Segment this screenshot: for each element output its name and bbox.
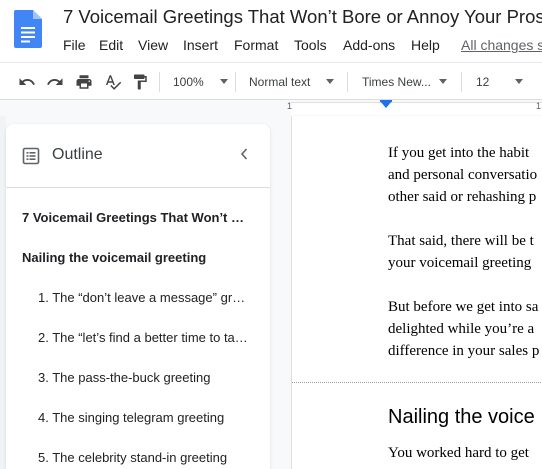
- outline-item[interactable]: 5. The celebrity stand-in greeting: [38, 450, 248, 465]
- font-select[interactable]: Times New...: [362, 63, 452, 99]
- page-break-line: [292, 382, 542, 383]
- text-line: your voicemail greeting: [388, 255, 532, 271]
- text-line: other said or rehashing p: [388, 189, 537, 205]
- menu-tools[interactable]: Tools: [294, 37, 327, 53]
- chevron-left-icon[interactable]: [238, 146, 250, 167]
- paragraph-style-value: Normal text: [249, 74, 311, 89]
- paragraph-style-select[interactable]: Normal text: [249, 63, 337, 99]
- redo-button[interactable]: [46, 63, 64, 99]
- menu-format[interactable]: Format: [234, 37, 278, 53]
- text-line: But before we get into sa: [388, 299, 539, 315]
- left-indent-handle[interactable]: [380, 101, 392, 108]
- chevron-down-icon: [219, 79, 228, 84]
- outline-header: Outline: [6, 124, 270, 188]
- document-outline-panel: Outline 7 Voicemail Greetings That Won’t…: [6, 124, 270, 469]
- section-heading: Nailing the voice: [388, 406, 535, 428]
- text-line: and personal conversatio: [388, 167, 538, 183]
- toolbar-separator: [347, 72, 348, 92]
- outline-item[interactable]: 3. The pass-the-buck greeting: [38, 370, 248, 385]
- spellcheck-icon: [104, 73, 122, 91]
- outline-item[interactable]: 7 Voicemail Greetings That Won’t Bore or…: [22, 210, 252, 225]
- zoom-value: 100%: [173, 74, 204, 89]
- chevron-down-icon: [438, 79, 447, 84]
- outline-item[interactable]: 4. The singing telegram greeting: [38, 410, 248, 425]
- body-paragraph: That said, there will be t your voicemai…: [388, 230, 534, 274]
- zoom-select[interactable]: 100%: [173, 63, 228, 99]
- app-header: 7 Voicemail Greetings That Won’t Bore or…: [0, 0, 542, 62]
- ruler[interactable]: 1 1: [0, 100, 542, 116]
- menu-insert[interactable]: Insert: [183, 37, 218, 53]
- outline-list-icon: [22, 147, 40, 170]
- body-paragraph: If you get into the habit and personal c…: [388, 142, 537, 208]
- google-docs-icon[interactable]: [14, 10, 42, 48]
- menu-view[interactable]: View: [138, 37, 168, 53]
- menu-add-ons[interactable]: Add-ons: [343, 37, 395, 53]
- undo-icon: [18, 73, 36, 91]
- paint-format-button[interactable]: [131, 63, 149, 99]
- spellcheck-button[interactable]: [104, 63, 122, 99]
- undo-button[interactable]: [18, 63, 36, 99]
- outline-item[interactable]: Nailing the voicemail greeting: [22, 250, 252, 265]
- all-changes-saved-link[interactable]: All changes s: [461, 37, 542, 53]
- font-size-value: 12: [476, 74, 490, 89]
- chevron-down-icon: [326, 79, 335, 84]
- menu-file[interactable]: File: [63, 37, 86, 53]
- document-page[interactable]: If you get into the habit and personal c…: [291, 116, 542, 469]
- menu-help[interactable]: Help: [411, 37, 440, 53]
- menu-edit[interactable]: Edit: [99, 37, 123, 53]
- text-line: That said, there will be t: [388, 233, 534, 249]
- toolbar: 100% Normal text Times New... 12: [0, 62, 542, 100]
- print-button[interactable]: [75, 63, 93, 99]
- redo-icon: [46, 73, 64, 91]
- text-line: If you get into the habit: [388, 145, 530, 161]
- body-paragraph: But before we get into sa delighted whil…: [388, 296, 539, 362]
- font-value: Times New...: [362, 74, 431, 89]
- outline-item[interactable]: 2. The “let’s find a better time to talk…: [38, 330, 248, 345]
- text-line: difference in your sales p: [388, 343, 540, 359]
- outline-item[interactable]: 1. The “don’t leave a message” greeting: [38, 290, 248, 305]
- toolbar-separator: [461, 72, 462, 92]
- print-icon: [75, 73, 93, 91]
- font-size-select[interactable]: 12: [476, 63, 528, 99]
- ruler-page-area: [291, 102, 542, 115]
- document-title[interactable]: 7 Voicemail Greetings That Won’t Bore or…: [63, 6, 542, 28]
- ruler-number: 1: [287, 101, 293, 111]
- text-line: delighted while you’re a: [388, 321, 535, 337]
- ruler-number: 1: [536, 101, 542, 111]
- paint-format-icon: [131, 73, 149, 91]
- outline-title: Outline: [52, 146, 103, 163]
- toolbar-separator: [159, 72, 160, 92]
- toolbar-separator: [235, 72, 236, 92]
- chevron-down-icon: [515, 79, 524, 84]
- body-paragraph: You worked hard to get: [388, 445, 529, 461]
